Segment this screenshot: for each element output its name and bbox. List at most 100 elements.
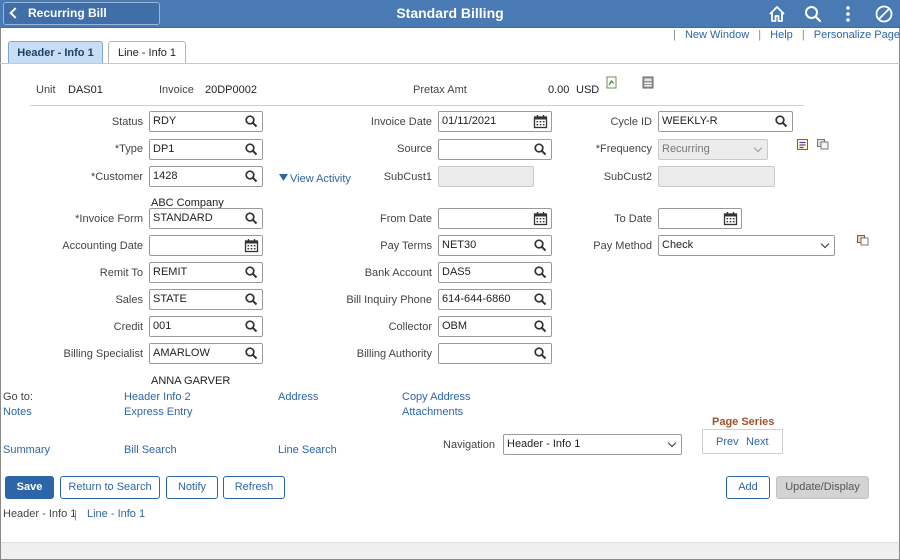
goto-label: Go to: [3, 391, 33, 403]
status-field[interactable]: RDY [149, 111, 263, 132]
copy-address-link[interactable]: Copy Address [402, 391, 470, 403]
unit-value: DAS01 [68, 84, 103, 96]
tab-line-info-1[interactable]: Line - Info 1 [108, 41, 186, 64]
summary-divider [30, 105, 804, 106]
calendar-icon[interactable] [533, 114, 548, 129]
add-button[interactable]: Add [726, 476, 770, 499]
calculator-icon[interactable] [642, 76, 654, 89]
lookup-icon[interactable] [533, 265, 548, 280]
credit-field[interactable]: 001 [149, 316, 263, 337]
lookup-icon[interactable] [244, 169, 259, 184]
summary-link[interactable]: Summary [3, 444, 50, 456]
pay-terms-label: Pay Terms [380, 240, 432, 252]
bank-account-field[interactable]: DAS5 [438, 262, 552, 283]
invoice-value: 20DP0002 [205, 84, 257, 96]
refresh-button[interactable]: Refresh [223, 476, 285, 499]
lookup-icon[interactable] [244, 211, 259, 226]
notes-link[interactable]: Notes [3, 406, 32, 418]
calendar-icon[interactable] [533, 211, 548, 226]
invoice-label: Invoice [159, 84, 194, 96]
tab-header-info-1[interactable]: Header - Info 1 [8, 41, 103, 64]
save-button[interactable]: Save [5, 476, 54, 499]
back-button[interactable]: Recurring Bill Schedules [3, 2, 160, 41]
customer-label: *Customer [91, 171, 143, 183]
collector-field[interactable]: OBM [438, 316, 552, 337]
pretax-amt-label: Pretax Amt [413, 84, 467, 96]
amount-detail-icon[interactable] [606, 76, 618, 89]
navigation-select[interactable]: Header - Info 1 [503, 434, 682, 455]
lookup-icon[interactable] [244, 265, 259, 280]
payment-detail-icon[interactable] [857, 235, 869, 246]
more-vertical-icon[interactable] [838, 4, 858, 24]
triangle-down-icon[interactable] [279, 174, 288, 182]
pay-method-select[interactable]: Check [658, 235, 835, 256]
new-window-link[interactable]: New Window [685, 29, 749, 41]
copy-icon[interactable] [817, 139, 829, 150]
lookup-icon[interactable] [244, 292, 259, 307]
invoice-form-label: *Invoice Form [75, 213, 143, 225]
invoice-form-field[interactable]: STANDARD [149, 208, 263, 229]
bill-search-link[interactable]: Bill Search [124, 444, 177, 456]
schedule-detail-icon[interactable] [797, 139, 808, 150]
lookup-icon[interactable] [533, 142, 548, 157]
lookup-icon[interactable] [244, 319, 259, 334]
type-label: *Type [114, 143, 143, 155]
invoice-date-field[interactable]: 01/11/2021 [438, 111, 552, 132]
bill-inquiry-phone-field[interactable]: 614-644-6860 [438, 289, 552, 310]
return-to-search-button[interactable]: Return to Search [60, 476, 160, 499]
search-icon[interactable] [803, 4, 823, 24]
cycle-id-field[interactable]: WEEKLY-R [658, 111, 793, 132]
header-info-2-link[interactable]: Header Info 2 [124, 391, 191, 403]
from-date-field[interactable] [438, 208, 552, 229]
footer-line-info-1-link[interactable]: Line - Info 1 [87, 508, 145, 520]
pay-method-label: Pay Method [593, 240, 652, 252]
address-link[interactable]: Address [278, 391, 318, 403]
attachments-link[interactable]: Attachments [402, 406, 463, 418]
lookup-icon[interactable] [244, 114, 259, 129]
express-entry-link[interactable]: Express Entry [124, 406, 192, 418]
prev-link[interactable]: Prev [716, 436, 739, 448]
chevron-down-icon [667, 438, 677, 448]
lookup-icon[interactable] [533, 319, 548, 334]
tabs-divider [0, 63, 900, 64]
calendar-icon[interactable] [723, 211, 738, 226]
view-activity-link[interactable]: View Activity [290, 173, 351, 185]
lookup-icon[interactable] [533, 238, 548, 253]
credit-label: Credit [113, 321, 143, 333]
footer-current-page: Header - Info 1 [3, 508, 77, 520]
pay-terms-field[interactable]: NET30 [438, 235, 552, 256]
sales-field[interactable]: STATE [149, 289, 263, 310]
billing-specialist-field[interactable]: AMARLOW [149, 343, 263, 364]
update-display-button: Update/Display [776, 476, 869, 499]
accounting-date-field[interactable] [149, 235, 263, 256]
customer-field[interactable]: 1428 [149, 166, 263, 187]
type-field[interactable]: DP1 [149, 139, 263, 160]
billing-authority-field[interactable] [438, 343, 552, 364]
line-search-link[interactable]: Line Search [278, 444, 337, 456]
collector-label: Collector [388, 321, 432, 333]
lookup-icon[interactable] [533, 292, 548, 307]
source-field[interactable] [438, 139, 552, 160]
bottom-scroll-area [1, 542, 899, 559]
personalize-page-link[interactable]: Personalize Page [814, 29, 900, 41]
page-series-title: Page Series [712, 416, 775, 428]
cycle-id-label: Cycle ID [610, 116, 652, 128]
sales-label: Sales [115, 294, 143, 306]
chevron-down-icon [753, 143, 763, 153]
frequency-label: *Frequency [595, 143, 652, 155]
calendar-icon[interactable] [244, 238, 259, 253]
help-link[interactable]: Help [770, 29, 793, 41]
home-icon[interactable] [767, 4, 787, 24]
pretax-amt-value: 0.00 [548, 84, 570, 96]
lookup-icon[interactable] [244, 346, 259, 361]
next-link[interactable]: Next [746, 436, 769, 448]
to-date-field[interactable] [658, 208, 742, 229]
notify-button[interactable]: Notify [166, 476, 218, 499]
subcust1-field [438, 166, 534, 187]
navbar-icon[interactable] [874, 4, 894, 24]
lookup-icon[interactable] [533, 346, 548, 361]
source-label: Source [397, 143, 432, 155]
lookup-icon[interactable] [244, 142, 259, 157]
remit-to-field[interactable]: REMIT [149, 262, 263, 283]
lookup-icon[interactable] [774, 114, 789, 129]
